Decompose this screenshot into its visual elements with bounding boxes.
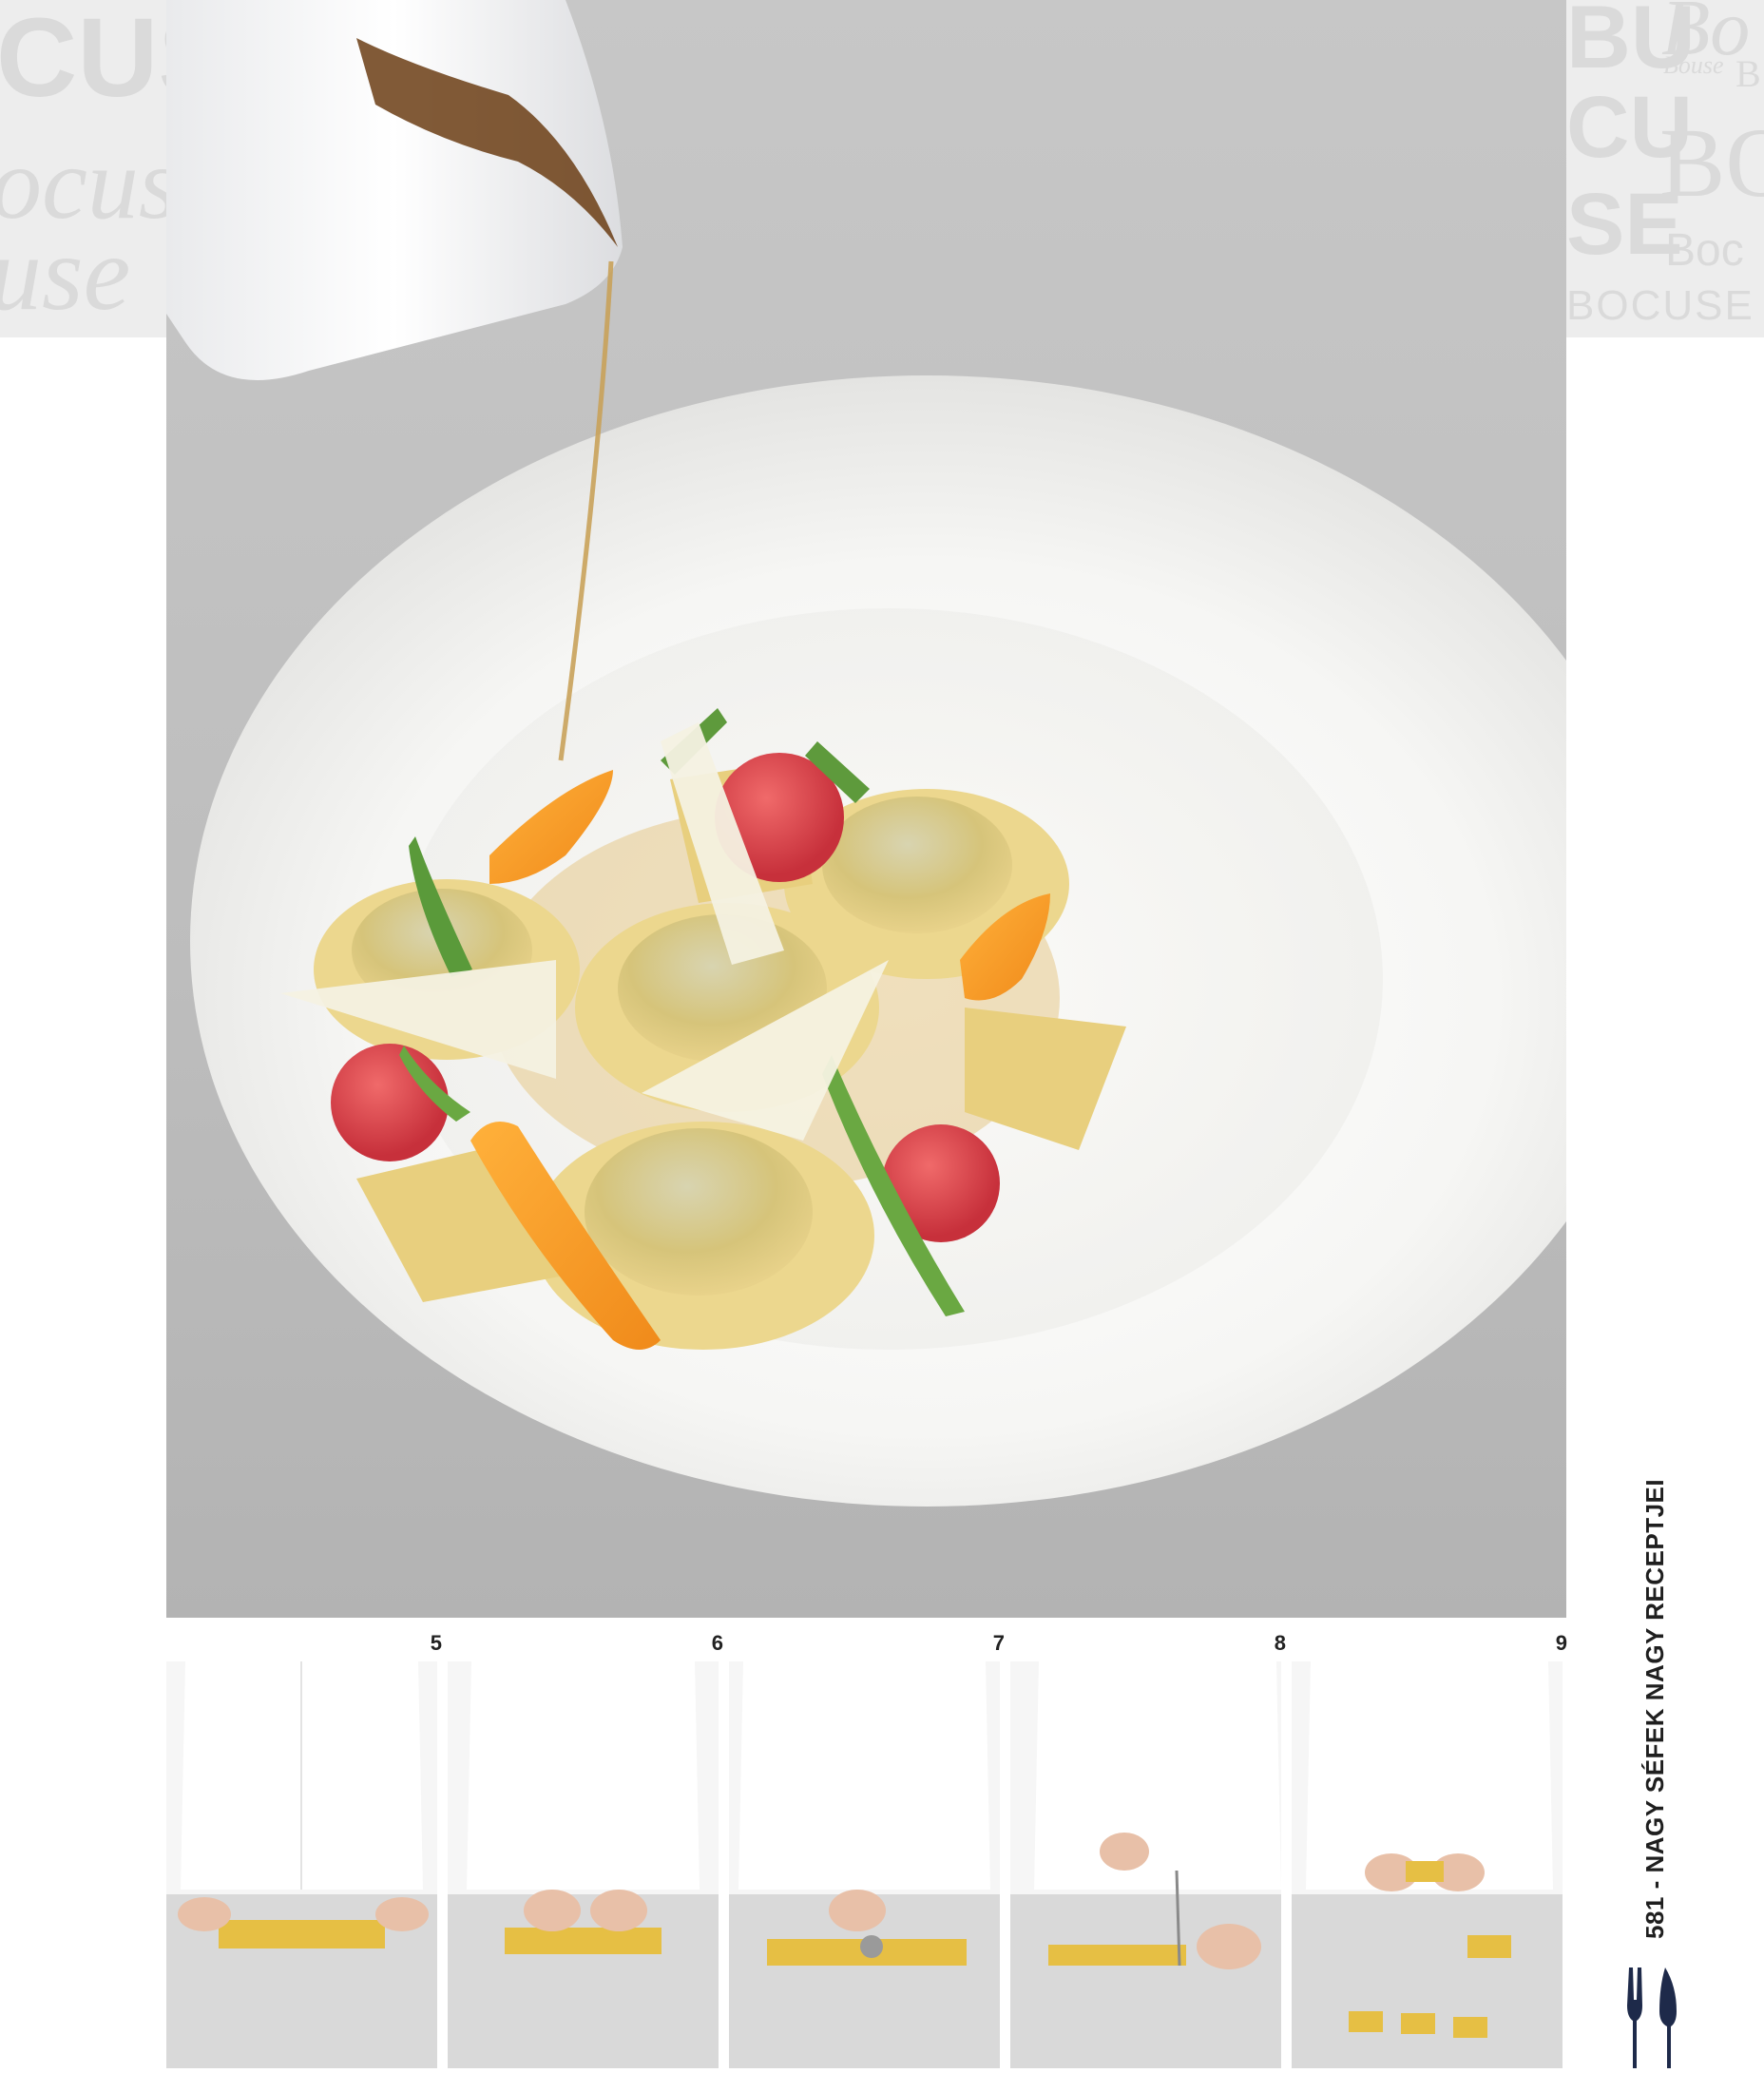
- step-number-9: 9: [1555, 1631, 1567, 1655]
- step-number-6: 6: [711, 1631, 723, 1655]
- step-photo-7: [729, 1661, 1000, 2068]
- bocuse-watermark-right: BU Bo Bouse B CU BO SE Boc BOCUSE: [1566, 0, 1764, 337]
- watermark-text: Boc: [1665, 225, 1744, 276]
- watermark-text: Bouse: [1663, 51, 1724, 79]
- watermark-text: B: [1735, 52, 1761, 95]
- hero-photo-ravioli: [166, 0, 1566, 1618]
- ravioli-dish-illustration: [166, 0, 1566, 1507]
- step-number-5: 5: [430, 1631, 442, 1655]
- step-photo-6: [448, 1661, 719, 2068]
- step-photo-8: [1010, 1661, 1281, 2068]
- bocuse-watermark-left: CUSE ocuse use: [0, 0, 166, 337]
- step-photo-5: [166, 1661, 437, 2068]
- step-photo-9: [1292, 1661, 1563, 2068]
- watermark-text: BOCUSE: [1566, 282, 1754, 329]
- step-number-7: 7: [992, 1631, 1005, 1655]
- fork-icon: [1623, 1967, 1680, 2073]
- running-title: 581 - NAGY SÉFEK NAGY RECEPTJEI: [1640, 1478, 1669, 1939]
- watermark-text: CUSE: [0, 0, 166, 121]
- watermark-text: use: [0, 215, 131, 333]
- step-number-8: 8: [1274, 1631, 1286, 1655]
